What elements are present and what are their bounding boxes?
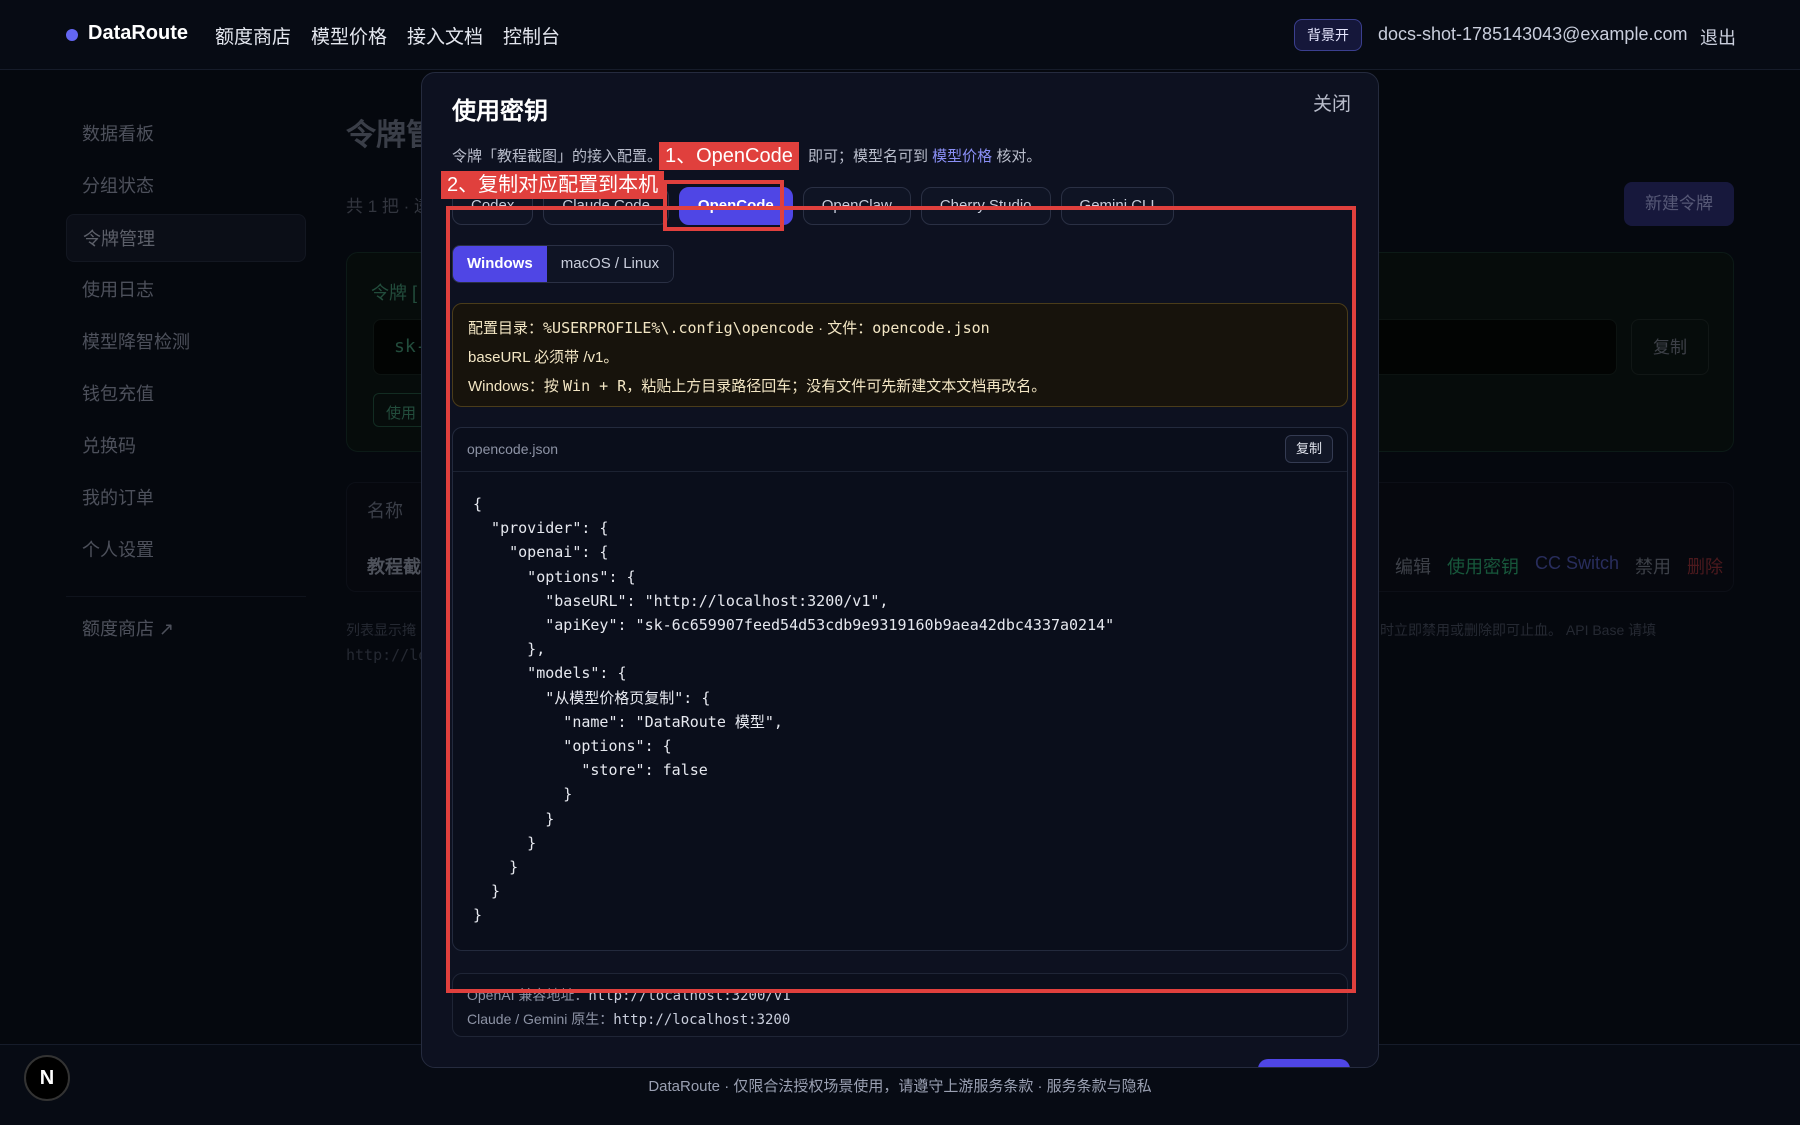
os-selector: Windows macOS / Linux <box>452 245 675 283</box>
code-card-header: opencode.json 复制 <box>453 428 1347 472</box>
model-pricing-link[interactable]: 模型价格 <box>932 148 992 165</box>
annotation-label-step1: 1、OpenCode <box>659 142 799 170</box>
modal-description: 令牌「教程截图」的接入配置。 <box>452 145 662 166</box>
logout-link[interactable]: 退出 <box>1700 24 1736 50</box>
windows-hint-line: Windows：按 Win + R，粘贴上方目录路径回车；没有文件可先新建文本文… <box>468 372 1332 401</box>
brand-dot-icon <box>66 29 78 41</box>
background-toggle-button[interactable]: 背景开 <box>1294 19 1362 51</box>
brand-logo[interactable]: DataRoute <box>88 22 188 45</box>
os-macos-linux-button[interactable]: macOS / Linux <box>546 246 674 282</box>
tab-gemini-cli[interactable]: Gemini CLI <box>1060 187 1174 225</box>
base-url-note: baseURL 必须带 /v1。 <box>468 349 619 366</box>
top-navigation-bar: DataRoute 额度商店 模型价格 接入文档 控制台 背景开 docs-sh… <box>0 0 1800 70</box>
tab-openclaw[interactable]: OpenClaw <box>802 187 911 225</box>
config-dir-value: %USERPROFILE%\.config\opencode <box>543 319 814 337</box>
footer-text: DataRoute · 仅限合法授权场景使用，请遵守上游服务条款 · 服务条款与… <box>648 1078 1152 1095</box>
native-base-label: Claude / Gemini 原生： <box>467 1011 614 1027</box>
tab-cherry-studio[interactable]: Cherry Studio <box>920 187 1051 225</box>
openai-base-value[interactable]: http://localhost:3200/v1 <box>588 988 790 1004</box>
modal-confirm-button[interactable] <box>1258 1059 1350 1067</box>
openai-base-line: OpenAI 兼容地址：http://localhost:3200/v1 <box>467 984 1333 1008</box>
use-key-modal: 使用密钥 关闭 令牌「教程截图」的接入配置。 即可；模型名可到 模型价格 核对。… <box>421 72 1379 1068</box>
config-file-value: opencode.json <box>872 319 990 337</box>
nav-link-pricing[interactable]: 模型价格 <box>311 22 387 49</box>
modal-close-button[interactable]: 关闭 <box>1313 89 1351 116</box>
windows-hint-b: ，粘贴上方目录路径回车；没有文件可先新建文本文档再改名。 <box>626 378 1047 395</box>
config-code-card: opencode.json 复制 { "provider": { "openai… <box>452 427 1348 951</box>
modal-description-tail-a: 即可；模型名可到 <box>808 148 933 165</box>
code-file-name: opencode.json <box>467 441 559 457</box>
modal-description-tail: 即可；模型名可到 模型价格 核对。 <box>808 145 1041 166</box>
config-dir-line: 配置目录：%USERPROFILE%\.config\opencode · 文件… <box>468 314 1332 343</box>
windows-hint-key: Win + R <box>563 377 627 395</box>
api-base-box: OpenAI 兼容地址：http://localhost:3200/v1 Cla… <box>452 973 1348 1037</box>
config-info-box: 配置目录：%USERPROFILE%\.config\opencode · 文件… <box>452 303 1348 407</box>
nav-link-store[interactable]: 额度商店 <box>215 22 291 49</box>
next-dev-badge[interactable]: N <box>24 1055 70 1101</box>
native-base-value[interactable]: http://localhost:3200 <box>613 1012 790 1028</box>
native-base-line: Claude / Gemini 原生：http://localhost:3200 <box>467 1008 1333 1032</box>
config-code-block[interactable]: { "provider": { "openai": { "options": {… <box>473 492 1114 928</box>
config-file-label: · 文件： <box>813 320 873 337</box>
user-email: docs-shot-1785143043@example.com <box>1378 24 1688 44</box>
nav-link-console[interactable]: 控制台 <box>503 22 560 49</box>
nav-link-docs[interactable]: 接入文档 <box>407 22 483 49</box>
code-copy-button[interactable]: 复制 <box>1285 435 1334 463</box>
top-nav-links: 额度商店 模型价格 接入文档 控制台 <box>215 22 560 49</box>
modal-description-head: 令牌「教程截图」的接入配置。 <box>452 148 663 165</box>
modal-description-tail-b: 核对。 <box>992 148 1042 165</box>
config-dir-label: 配置目录： <box>468 320 544 337</box>
tab-opencode[interactable]: OpenCode <box>678 187 793 225</box>
openai-base-label: OpenAI 兼容地址： <box>467 987 589 1003</box>
modal-title: 使用密钥 <box>452 98 548 125</box>
os-windows-button[interactable]: Windows <box>453 246 547 282</box>
windows-hint-a: Windows：按 <box>468 378 564 395</box>
annotation-label-step2: 2、复制对应配置到本机 <box>441 171 665 199</box>
